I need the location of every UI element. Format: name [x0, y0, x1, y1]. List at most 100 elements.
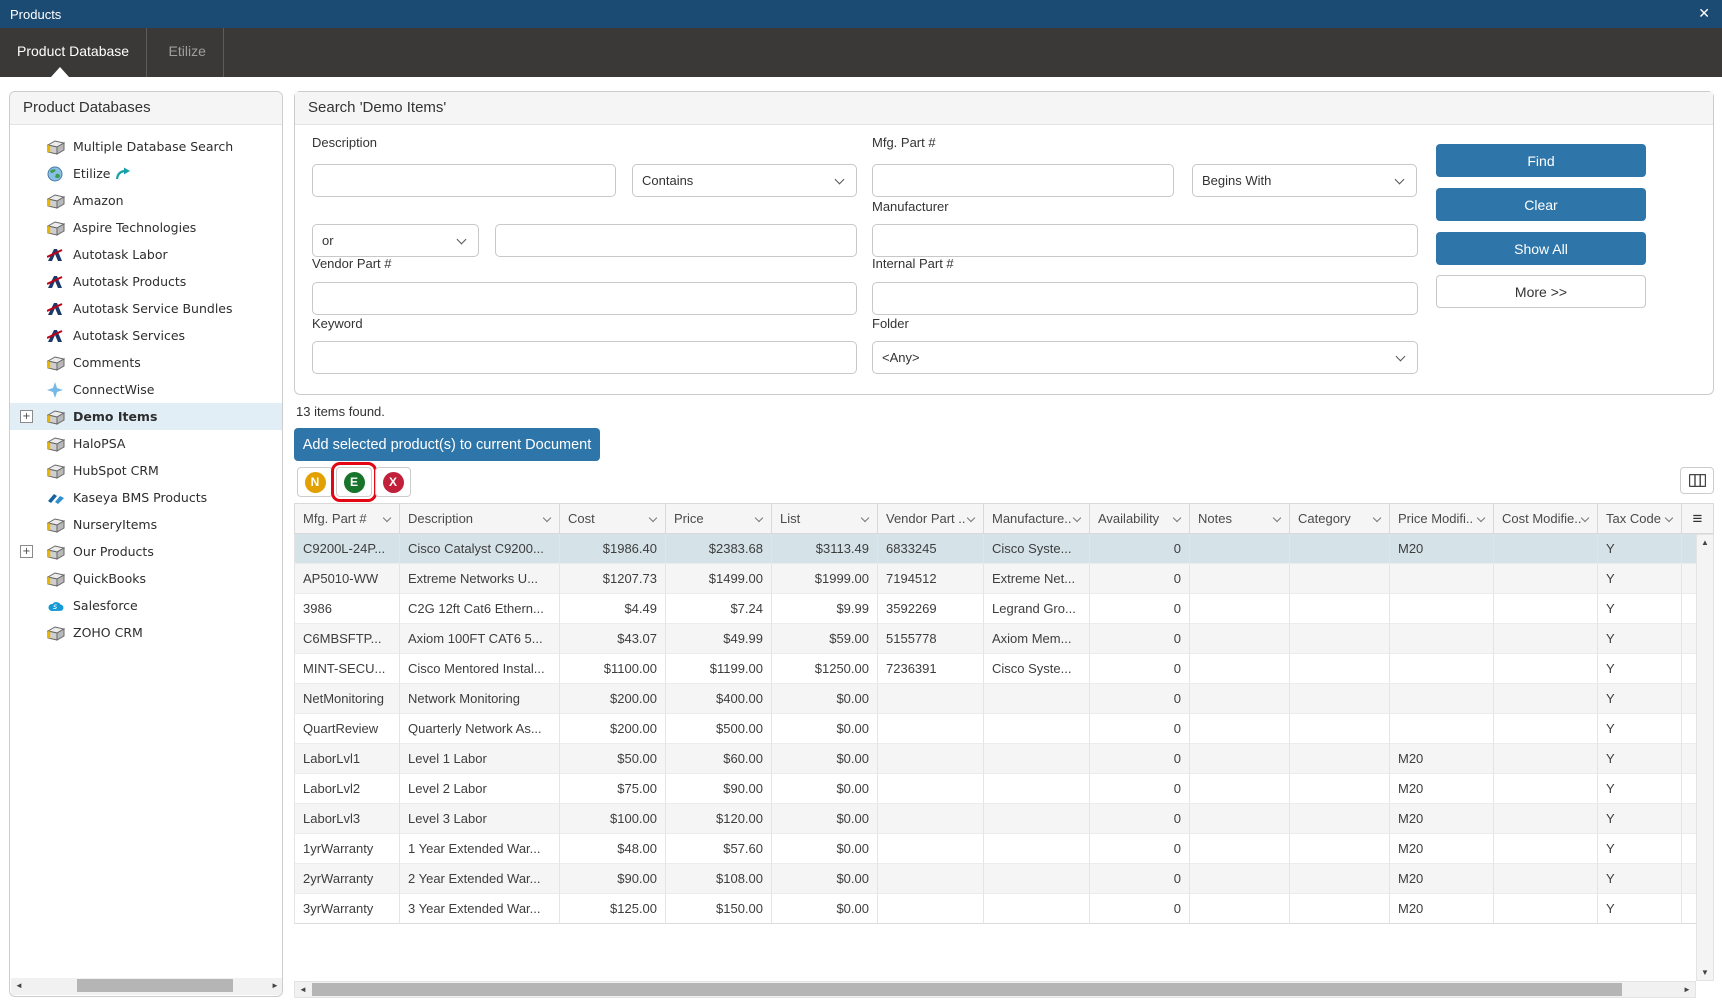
vendor-part-input[interactable]: [312, 282, 857, 315]
chevron-down-icon[interactable]: [967, 514, 975, 522]
table-vertical-scrollbar[interactable]: ▲ ▼: [1696, 534, 1714, 981]
edit-item-button[interactable]: E: [336, 467, 372, 497]
find-button[interactable]: Find: [1436, 144, 1646, 177]
chevron-down-icon[interactable]: [1173, 514, 1181, 522]
column-header-availability[interactable]: Availability: [1090, 503, 1190, 534]
sidebar-item-zoho-crm[interactable]: ZOHO CRM: [10, 619, 282, 646]
sidebar-item-autotask-service-bundles[interactable]: Autotask Service Bundles: [10, 295, 282, 322]
scroll-right-icon[interactable]: ►: [1679, 982, 1695, 997]
scrollbar-thumb[interactable]: [77, 979, 233, 992]
scroll-left-icon[interactable]: ◄: [295, 982, 311, 997]
table-row[interactable]: QuartReviewQuarterly Network As...$200.0…: [294, 714, 1698, 744]
cell-manufacture-: [984, 714, 1090, 744]
sidebar-item-hubspot-crm[interactable]: HubSpot CRM: [10, 457, 282, 484]
sidebar-item-kaseya-bms-products[interactable]: Kaseya BMS Products: [10, 484, 282, 511]
description-input[interactable]: [312, 164, 616, 197]
sidebar-item-connectwise[interactable]: ConnectWise: [10, 376, 282, 403]
scroll-up-icon[interactable]: ▲: [1697, 535, 1713, 550]
tab-etilize[interactable]: Etilize: [152, 28, 224, 77]
table-row[interactable]: 3yrWarranty3 Year Extended War...$125.00…: [294, 894, 1698, 924]
column-header-tax-code[interactable]: Tax Code: [1598, 503, 1682, 534]
cell-price: $108.00: [666, 864, 772, 894]
sidebar-item-comments[interactable]: Comments: [10, 349, 282, 376]
table-row[interactable]: NetMonitoringNetwork Monitoring$200.00$4…: [294, 684, 1698, 714]
sidebar-item-nurseryitems[interactable]: NurseryItems: [10, 511, 282, 538]
column-header-price-modifi-[interactable]: Price Modifi..: [1390, 503, 1494, 534]
table-horizontal-scrollbar[interactable]: ◄ ►: [294, 981, 1696, 998]
cell-price: $57.60: [666, 834, 772, 864]
expand-toggle-icon[interactable]: +: [20, 545, 33, 558]
sidebar-item-demo-items[interactable]: +Demo Items: [10, 403, 282, 430]
table-row[interactable]: 3986C2G 12ft Cat6 Ethern...$4.49$7.24$9.…: [294, 594, 1698, 624]
column-header-vendor-part-[interactable]: Vendor Part ..: [878, 503, 984, 534]
sidebar-item-autotask-products[interactable]: Autotask Products: [10, 268, 282, 295]
more-button[interactable]: More >>: [1436, 275, 1646, 308]
expand-toggle-icon[interactable]: +: [20, 410, 33, 423]
column-menu-button[interactable]: ≡: [1682, 503, 1714, 534]
column-header-price[interactable]: Price: [666, 503, 772, 534]
description-input-2[interactable]: [495, 224, 857, 257]
column-header-mfg-part-[interactable]: Mfg. Part #: [294, 503, 400, 534]
chevron-down-icon[interactable]: [383, 514, 391, 522]
close-icon[interactable]: ✕: [1698, 5, 1710, 22]
tab-product-database[interactable]: Product Database: [0, 28, 147, 77]
sidebar-item-our-products[interactable]: +Our Products: [10, 538, 282, 565]
column-header-manufacture-[interactable]: Manufacture..: [984, 503, 1090, 534]
table-row[interactable]: 1yrWarranty1 Year Extended War...$48.00$…: [294, 834, 1698, 864]
column-header-cost-modifie-[interactable]: Cost Modifie..: [1494, 503, 1598, 534]
chevron-down-icon[interactable]: [755, 514, 763, 522]
mfg-part-input[interactable]: [872, 164, 1174, 197]
mfg-part-operator-select[interactable]: Begins With: [1192, 164, 1417, 197]
chevron-down-icon[interactable]: [1477, 514, 1485, 522]
table-row[interactable]: LaborLvl3Level 3 Labor$100.00$120.00$0.0…: [294, 804, 1698, 834]
scrollbar-thumb[interactable]: [312, 983, 1622, 996]
description-operator-select[interactable]: Contains: [632, 164, 857, 197]
show-all-button[interactable]: Show All: [1436, 232, 1646, 265]
table-row[interactable]: LaborLvl2Level 2 Labor$75.00$90.00$0.000…: [294, 774, 1698, 804]
new-item-button[interactable]: N: [297, 467, 333, 497]
table-row[interactable]: C9200L-24P...Cisco Catalyst C9200...$198…: [294, 534, 1698, 564]
sidebar-item-autotask-services[interactable]: Autotask Services: [10, 322, 282, 349]
sidebar-item-multiple-database-search[interactable]: Multiple Database Search: [10, 133, 282, 160]
column-header-notes[interactable]: Notes: [1190, 503, 1290, 534]
sidebar-item-aspire-technologies[interactable]: Aspire Technologies: [10, 214, 282, 241]
boolean-operator-select[interactable]: or: [312, 224, 479, 257]
table-row[interactable]: LaborLvl1Level 1 Labor$50.00$60.00$0.000…: [294, 744, 1698, 774]
sidebar-horizontal-scrollbar[interactable]: ◄ ►: [11, 978, 283, 995]
sidebar-item-amazon[interactable]: Amazon: [10, 187, 282, 214]
chevron-down-icon[interactable]: [1073, 514, 1081, 522]
column-header-cost[interactable]: Cost: [560, 503, 666, 534]
table-row[interactable]: C6MBSFTP...Axiom 100FT CAT6 5...$43.07$4…: [294, 624, 1698, 654]
table-row[interactable]: 2yrWarranty2 Year Extended War...$90.00$…: [294, 864, 1698, 894]
scroll-right-icon[interactable]: ►: [267, 978, 283, 993]
manufacturer-input[interactable]: [872, 224, 1418, 257]
chevron-down-icon[interactable]: [1273, 514, 1281, 522]
chevron-down-icon[interactable]: [1581, 514, 1589, 522]
folder-select[interactable]: <Any>: [872, 341, 1418, 374]
internal-part-input[interactable]: [872, 282, 1418, 315]
cell-mfg-part-: LaborLvl1: [294, 744, 400, 774]
sidebar-item-etilize[interactable]: Etilize: [10, 160, 282, 187]
column-header-list[interactable]: List: [772, 503, 878, 534]
sidebar-item-quickbooks[interactable]: QuickBooks: [10, 565, 282, 592]
sidebar-item-autotask-labor[interactable]: Autotask Labor: [10, 241, 282, 268]
chevron-down-icon[interactable]: [543, 514, 551, 522]
chevron-down-icon[interactable]: [861, 514, 869, 522]
table-row[interactable]: MINT-SECU...Cisco Mentored Instal...$110…: [294, 654, 1698, 684]
chevron-down-icon[interactable]: [1373, 514, 1381, 522]
keyword-input[interactable]: [312, 341, 857, 374]
sidebar-item-salesforce[interactable]: sSalesforce: [10, 592, 282, 619]
add-to-document-button[interactable]: Add selected product(s) to current Docum…: [294, 428, 600, 461]
column-header-description[interactable]: Description: [400, 503, 560, 534]
scroll-down-icon[interactable]: ▼: [1697, 965, 1713, 980]
chevron-down-icon[interactable]: [1665, 514, 1673, 522]
table-row[interactable]: AP5010-WWExtreme Networks U...$1207.73$1…: [294, 564, 1698, 594]
chevron-down-icon[interactable]: [649, 514, 657, 522]
column-layout-button[interactable]: [1680, 467, 1714, 494]
sidebar-item-halopsa[interactable]: HaloPSA: [10, 430, 282, 457]
sidebar-item-label: Amazon: [73, 193, 124, 208]
column-header-category[interactable]: Category: [1290, 503, 1390, 534]
scroll-left-icon[interactable]: ◄: [11, 978, 27, 993]
clear-button[interactable]: Clear: [1436, 188, 1646, 221]
delete-item-button[interactable]: X: [375, 467, 411, 497]
